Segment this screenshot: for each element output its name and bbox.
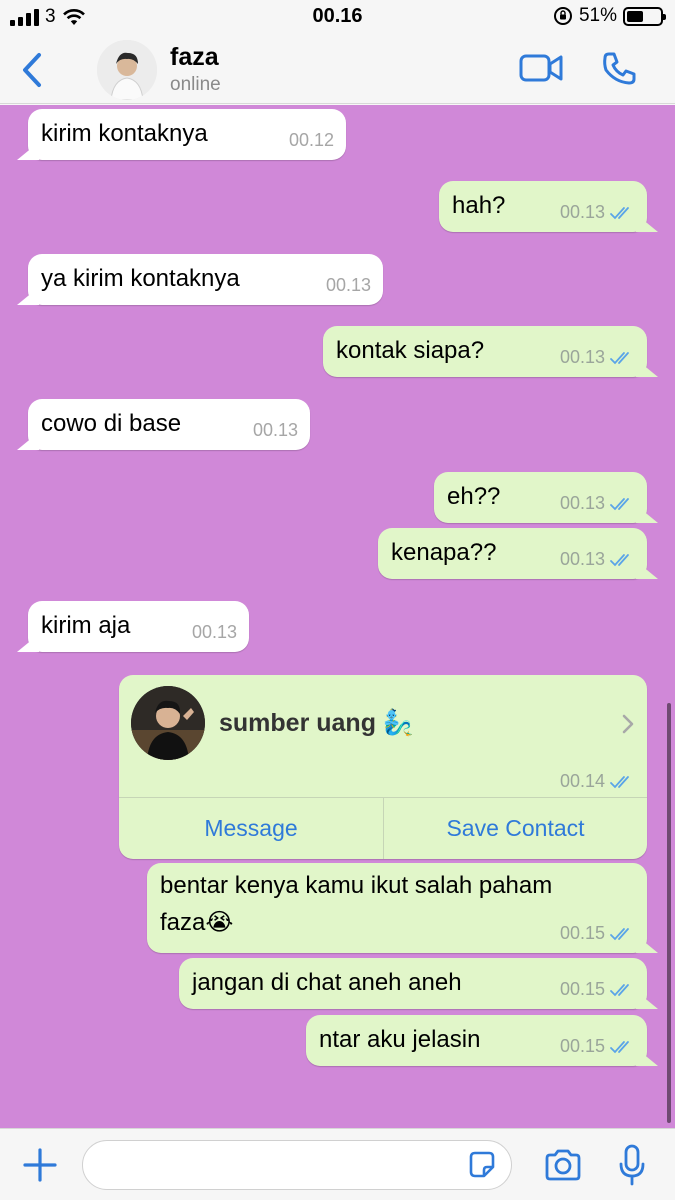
avatar[interactable] [97,40,157,100]
outgoing-message[interactable]: bentar kenya kamu ikut salah paham faza😭… [147,863,647,953]
double-check-icon [610,983,629,996]
outgoing-message[interactable]: eh?? 00.13 [434,472,647,523]
double-check-icon [610,1040,629,1053]
chat-header: faza online [0,34,675,104]
outgoing-message[interactable]: kontak siapa? 00.13 [323,326,647,377]
outgoing-message[interactable]: jangan di chat aneh aneh 00.15 [179,958,647,1009]
camera-icon[interactable] [543,1147,583,1183]
plus-icon[interactable] [22,1147,58,1183]
message-time-wrap: 00.15 [560,979,635,1000]
sticker-icon[interactable] [466,1149,498,1181]
outgoing-message[interactable]: ntar aku jelasin 00.15 [306,1015,647,1066]
incoming-message[interactable]: kirim kontaknya 00.12 [28,109,346,160]
message-time-wrap: 00.13 [560,347,635,368]
battery-icon [623,6,666,26]
double-check-icon [610,497,629,510]
message-time: 00.13 [559,549,605,569]
outgoing-message[interactable]: hah? 00.13 [439,181,647,232]
message-time-wrap: 00.15 [560,1036,635,1057]
message-time-wrap: 00.13 [253,420,298,441]
message-text-line: faza😭 [160,909,234,936]
scrollbar[interactable] [667,703,671,1123]
double-check-icon [610,206,629,219]
message-time: 00.13 [191,622,237,642]
shared-contact-card[interactable]: sumber uang 🧞‍♂️ 00.14 Message Save Cont… [119,675,647,859]
double-check-icon [610,351,629,364]
message-time: 00.13 [325,275,371,295]
message-time: 00.14 [559,771,605,791]
video-call-button[interactable] [519,52,563,84]
message-time-wrap: 00.15 [560,923,635,944]
message-text: eh?? [447,483,501,510]
message-time: 00.15 [559,923,605,943]
message-time-wrap: 00.13 [326,275,371,296]
save-contact-button[interactable]: Save Contact [384,797,647,859]
message-text: hah? [452,192,506,219]
status-bar: 3 00.16 51% [0,0,675,34]
chat-area[interactable]: kirim kontaknya 00.12 hah? 00.13 ya kiri… [0,105,675,1128]
message-time: 00.15 [559,1036,605,1056]
message-time-wrap: 00.13 [560,202,635,223]
message-input-bar [0,1128,675,1200]
message-time-wrap: 00.12 [289,130,334,151]
message-input[interactable] [82,1140,512,1190]
double-check-icon [610,553,629,566]
message-text-line: bentar kenya kamu ikut salah paham [160,872,553,899]
double-check-icon [610,775,629,788]
message-time-wrap: 00.13 [560,493,635,514]
orientation-lock-icon [553,7,572,25]
message-time: 00.13 [559,493,605,513]
contact-card-avatar[interactable] [131,686,205,760]
double-check-icon [610,927,629,940]
message-time-wrap: 00.13 [192,622,237,643]
microphone-icon[interactable] [618,1143,646,1187]
incoming-message[interactable]: kirim aja 00.13 [28,601,249,652]
status-right: 51% [553,5,666,27]
message-text: kirim kontaknya [41,120,208,147]
message-time: 00.13 [559,347,605,367]
message-text: kontak siapa? [336,337,485,364]
contact-name[interactable]: faza [170,43,219,72]
message-text: jangan di chat aneh aneh [192,969,462,996]
message-text: ya kirim kontaknya [41,265,240,292]
message-time-wrap: 00.14 [560,771,635,792]
message-time: 00.13 [559,202,605,222]
profile-photo [97,40,157,100]
outgoing-message[interactable]: kenapa?? 00.13 [378,528,647,579]
contact-card-name: sumber uang 🧞‍♂️ [219,709,415,737]
back-button[interactable] [16,50,50,90]
message-time: 00.15 [559,979,605,999]
chevron-right-icon[interactable] [621,713,635,735]
battery-percent: 51% [578,5,617,26]
message-text: cowo di base [41,410,182,437]
message-time: 00.13 [252,420,298,440]
contact-photo [131,686,205,760]
message-text: kenapa?? [391,539,497,566]
message-text: kirim aja [41,612,131,639]
message-time: 00.12 [288,130,334,150]
message-time-wrap: 00.13 [560,549,635,570]
message-text: ntar aku jelasin [319,1026,481,1053]
incoming-message[interactable]: cowo di base 00.13 [28,399,310,450]
message-contact-button[interactable]: Message [119,797,383,859]
contact-status: online [170,74,221,95]
voice-call-button[interactable] [600,50,638,88]
incoming-message[interactable]: ya kirim kontaknya 00.13 [28,254,383,305]
